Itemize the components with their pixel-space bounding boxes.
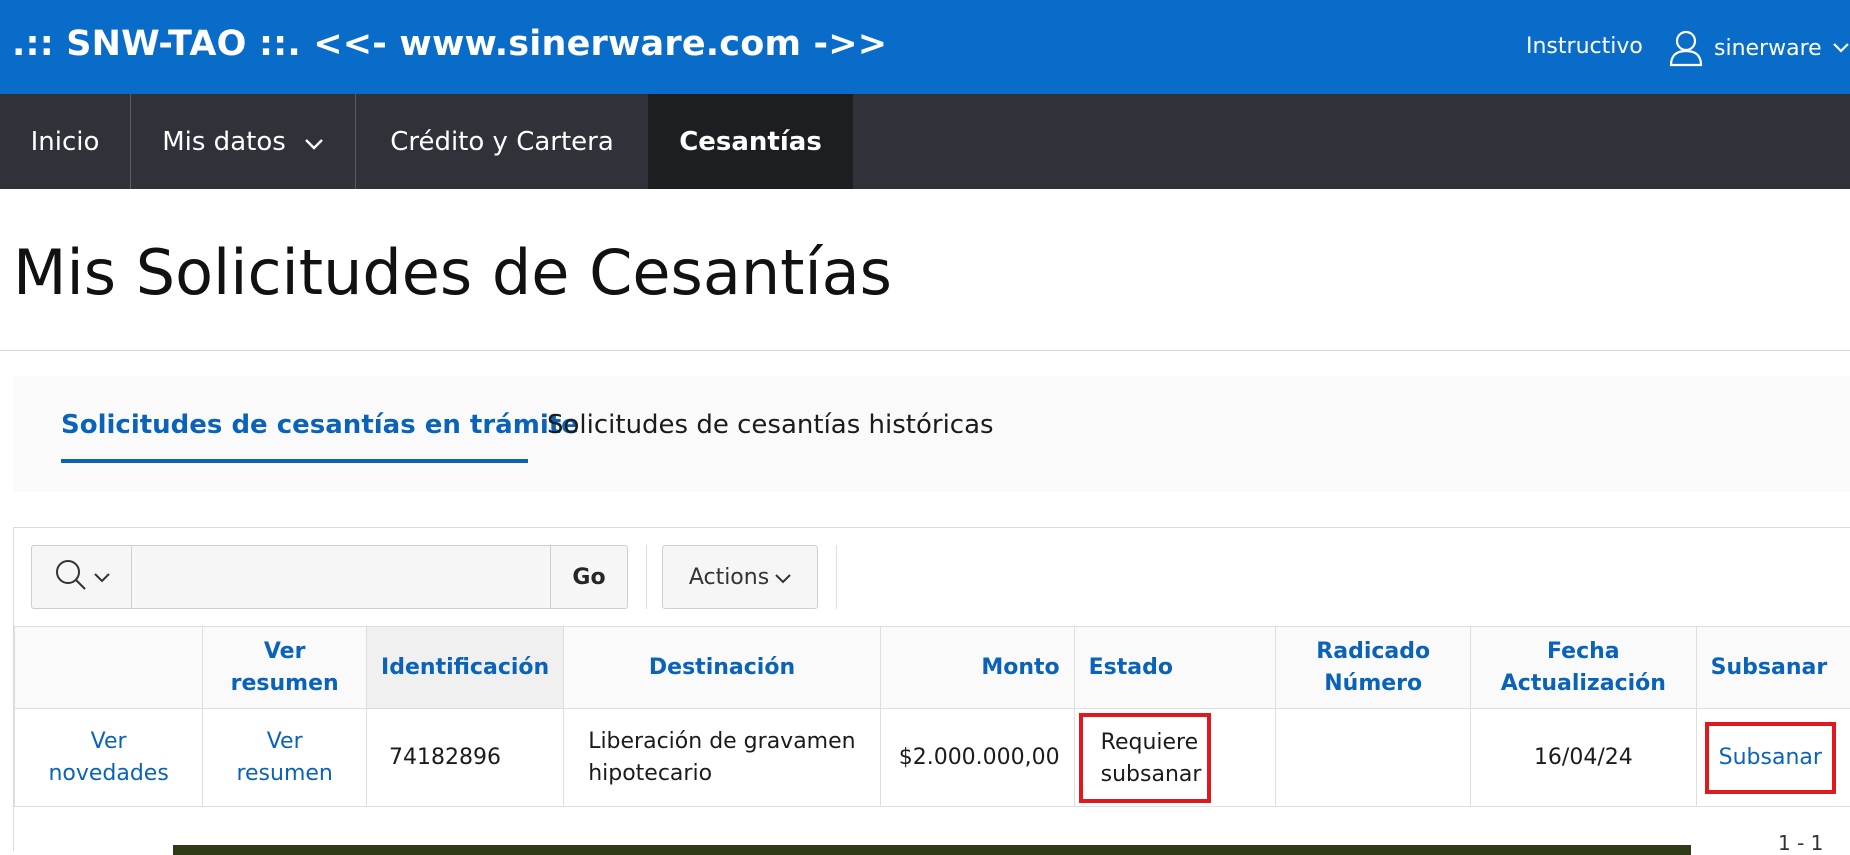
user-icon: [1668, 29, 1704, 67]
nav-item-label: Inicio: [31, 127, 100, 157]
chevron-down-icon: [286, 127, 324, 157]
chevron-down-icon: [94, 568, 110, 587]
nav-item-cesantias[interactable]: Cesantías: [648, 94, 853, 189]
toolbar-divider: [836, 545, 837, 609]
column-header: [15, 627, 203, 709]
ver-resumen-link[interactable]: Ver resumen: [236, 729, 332, 786]
column-header-identificacion[interactable]: Identificación: [367, 627, 564, 709]
pagination-range: 1 - 1: [1778, 831, 1823, 855]
bottom-banner-edge: [173, 845, 1691, 855]
user-menu[interactable]: sinerware: [1668, 26, 1850, 70]
table-header-row: Ver resumen Identificación Destinación M…: [15, 627, 1850, 709]
nav-item-label: Mis datos: [162, 127, 286, 157]
nav-item-label: Crédito y Cartera: [390, 127, 614, 157]
chevron-down-icon: [769, 565, 791, 590]
identificacion-cell: 74182896: [389, 745, 501, 770]
nav-item-label: Cesantías: [679, 127, 822, 157]
column-header-ver-resumen[interactable]: Ver resumen: [203, 627, 367, 709]
report-toolbar: Go Actions: [14, 528, 1850, 626]
column-header-radicado-numero[interactable]: Radicado Número: [1276, 627, 1471, 709]
nav-item-inicio[interactable]: Inicio: [0, 94, 131, 189]
column-header-subsanar[interactable]: Subsanar: [1696, 627, 1850, 709]
actions-label: Actions: [689, 565, 769, 590]
fecha-cell: 16/04/24: [1534, 745, 1633, 770]
estado-status-highlighted: Requiere subsanar: [1079, 713, 1211, 803]
main-nav: Inicio Mis datos Crédito y Cartera Cesan…: [0, 94, 1850, 189]
table-row: Ver novedades Ver resumen 74182896 Liber…: [15, 709, 1850, 807]
title-divider: [0, 350, 1850, 351]
search-input[interactable]: [131, 545, 551, 609]
interactive-report: Go Actions Ver resumen Identificación De…: [13, 527, 1850, 851]
subsanar-link[interactable]: Subsanar: [1705, 722, 1836, 794]
tab-solicitudes-historicas[interactable]: Solicitudes de cesantías históricas: [547, 410, 994, 440]
column-header-fecha-actualizacion[interactable]: Fecha Actualización: [1471, 627, 1697, 709]
app-title[interactable]: .:: SNW-TAO ::. <<- www.sinerware.com ->…: [12, 24, 887, 64]
tab-solicitudes-en-tramite[interactable]: Solicitudes de cesantías en trámite: [61, 410, 579, 440]
active-tab-indicator: [61, 459, 528, 463]
report-table: Ver resumen Identificación Destinación M…: [14, 626, 1850, 807]
user-name: sinerware: [1714, 36, 1822, 61]
top-header: .:: SNW-TAO ::. <<- www.sinerware.com ->…: [0, 0, 1850, 94]
nav-item-mis-datos[interactable]: Mis datos: [131, 94, 356, 189]
page-title: Mis Solicitudes de Cesantías: [13, 236, 892, 309]
chevron-down-icon: [1832, 42, 1850, 54]
go-button[interactable]: Go: [550, 545, 628, 609]
tabs-region: Solicitudes de cesantías en trámite Soli…: [13, 376, 1850, 492]
monto-cell: $2.000.000,00: [899, 745, 1060, 770]
column-header-estado[interactable]: Estado: [1074, 627, 1276, 709]
actions-button[interactable]: Actions: [662, 545, 818, 609]
destinacion-cell: Liberación de gravamen hipotecario: [588, 729, 855, 786]
ver-novedades-link[interactable]: Ver novedades: [48, 729, 168, 786]
nav-item-credito-cartera[interactable]: Crédito y Cartera: [356, 94, 648, 189]
toolbar-divider: [646, 545, 647, 609]
column-header-destinacion[interactable]: Destinación: [564, 627, 881, 709]
instructivo-link[interactable]: Instructivo: [1526, 34, 1643, 59]
search-icon: [54, 558, 88, 596]
search-column-button[interactable]: [31, 545, 131, 609]
column-header-monto[interactable]: Monto: [880, 627, 1074, 709]
